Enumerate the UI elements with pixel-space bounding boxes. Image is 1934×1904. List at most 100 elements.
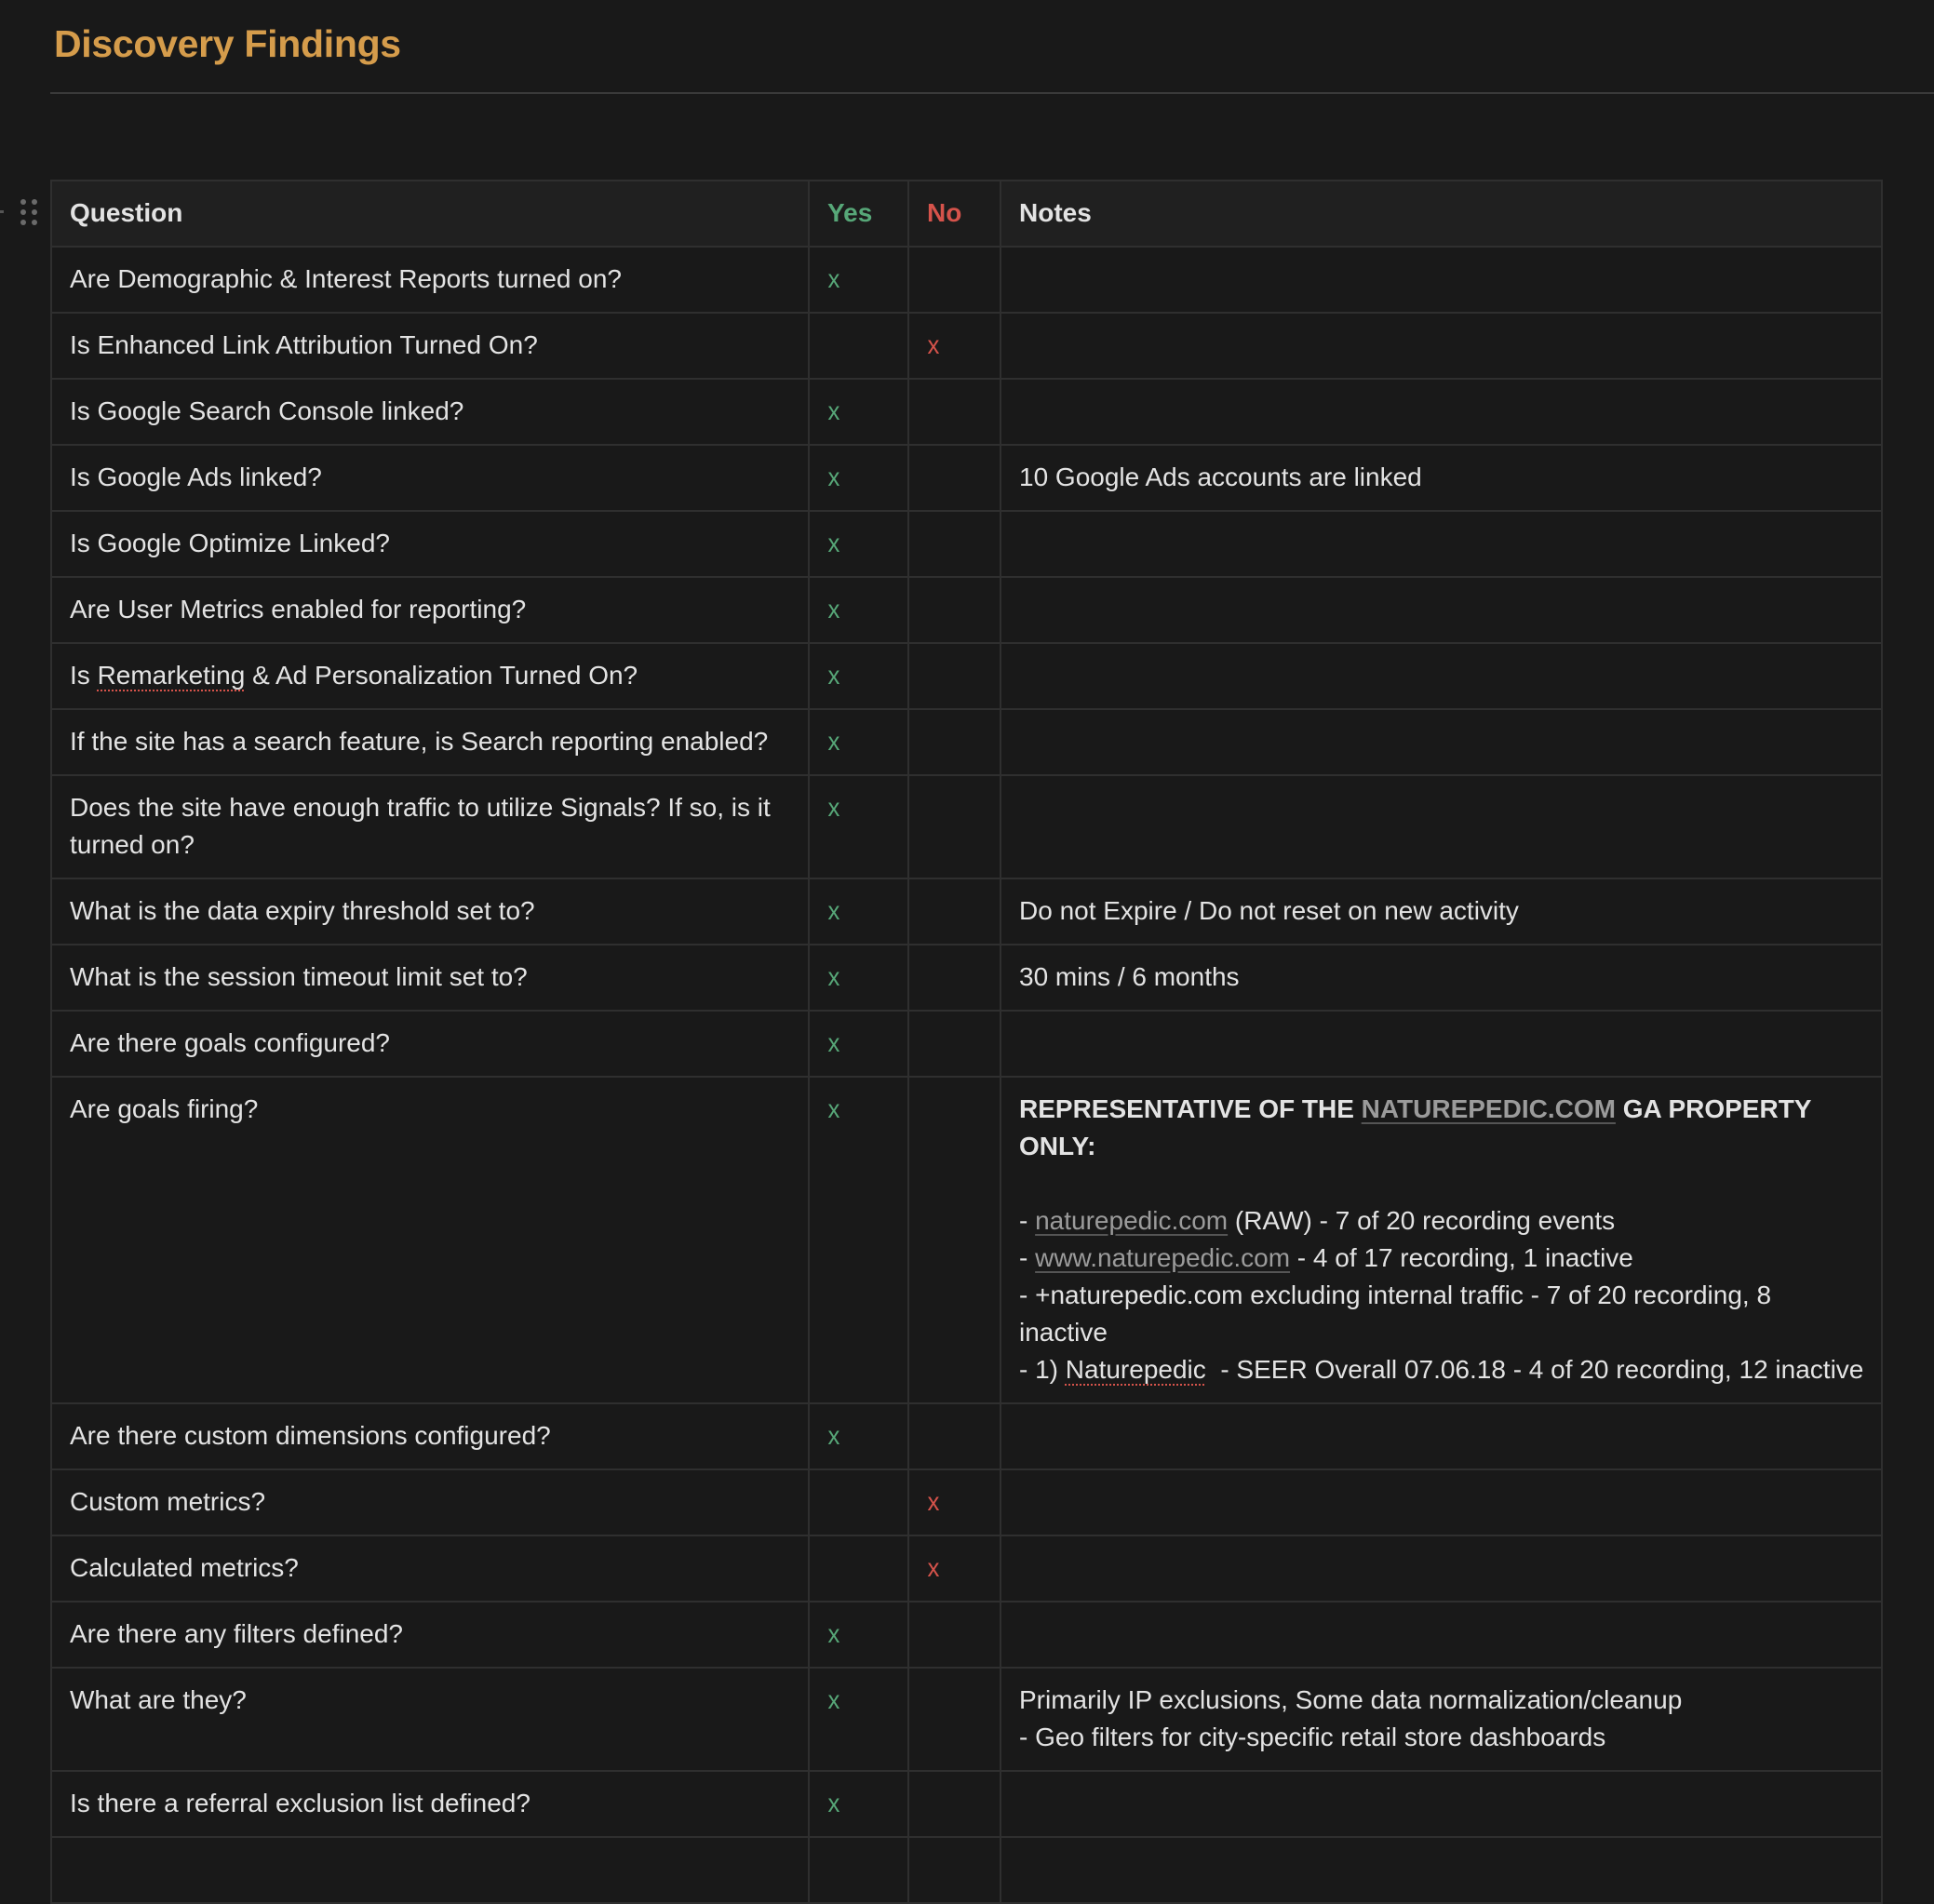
question-cell[interactable]: What is the data expiry threshold set to… [50, 878, 810, 945]
question-cell[interactable]: What are they? [50, 1667, 810, 1772]
yes-cell[interactable]: x [808, 944, 909, 1012]
notes-cell[interactable]: REPRESENTATIVE OF THE NATUREPEDIC.COM GA… [1000, 1076, 1883, 1404]
spellcheck-flagged-word[interactable]: Remarketing [98, 661, 246, 690]
question-cell[interactable]: Does the site have enough traffic to uti… [50, 774, 810, 879]
no-cell[interactable]: x [907, 1468, 1001, 1536]
no-cell[interactable] [907, 510, 1001, 578]
question-cell[interactable]: Is Enhanced Link Attribution Turned On? [50, 312, 810, 380]
no-cell[interactable] [907, 1667, 1001, 1772]
question-cell[interactable]: Are User Metrics enabled for reporting? [50, 576, 810, 644]
question-cell[interactable]: Is Google Search Console linked? [50, 378, 810, 446]
notes-cell[interactable] [1000, 1601, 1883, 1669]
question-cell[interactable]: Are there custom dimensions configured? [50, 1402, 810, 1470]
notes-cell[interactable] [1000, 708, 1883, 776]
no-cell[interactable] [907, 576, 1001, 644]
table-row: If the site has a search feature, is Sea… [50, 708, 1883, 776]
yes-cell[interactable]: x [808, 774, 909, 879]
no-cell[interactable] [907, 774, 1001, 879]
notes-cell[interactable] [1000, 510, 1883, 578]
notes-cell[interactable] [1000, 1468, 1883, 1536]
no-cell[interactable] [907, 444, 1001, 512]
yes-cell[interactable] [808, 1836, 909, 1904]
no-cell[interactable] [907, 1601, 1001, 1669]
no-cell[interactable] [907, 642, 1001, 710]
no-cell[interactable]: x [907, 1535, 1001, 1602]
notes-cell[interactable]: 10 Google Ads accounts are linked [1000, 444, 1883, 512]
header-question[interactable]: Question [50, 180, 810, 248]
yes-cell[interactable]: x [808, 378, 909, 446]
yes-mark: x [827, 1685, 840, 1714]
question-cell[interactable]: Are Demographic & Interest Reports turne… [50, 246, 810, 314]
question-cell[interactable]: Are goals firing? [50, 1076, 810, 1404]
no-cell[interactable] [907, 378, 1001, 446]
yes-cell[interactable]: x [808, 642, 909, 710]
yes-mark: x [827, 595, 840, 623]
notes-cell[interactable]: Do not Expire / Do not reset on new acti… [1000, 878, 1883, 945]
notes-cell[interactable] [1000, 378, 1883, 446]
notes-line: - +naturepedic.com excluding internal tr… [1019, 1281, 1772, 1347]
yes-cell[interactable]: x [808, 576, 909, 644]
header-no[interactable]: No [907, 180, 1001, 248]
notes-cell[interactable] [1000, 642, 1883, 710]
naturepedic-property-link[interactable]: NATUREPEDIC.COM [1362, 1094, 1616, 1123]
yes-cell[interactable]: x [808, 510, 909, 578]
notes-cell[interactable] [1000, 1770, 1883, 1838]
www-naturepedic-link[interactable]: www.naturepedic.com [1035, 1243, 1290, 1272]
yes-cell[interactable]: x [808, 1010, 909, 1078]
yes-cell[interactable]: x [808, 1601, 909, 1669]
question-cell[interactable]: Are there goals configured? [50, 1010, 810, 1078]
notes-cell[interactable]: Primarily IP exclusions, Some data norma… [1000, 1667, 1883, 1772]
question-cell[interactable]: Custom metrics? [50, 1468, 810, 1536]
notes-cell[interactable] [1000, 774, 1883, 879]
edge-marker [0, 210, 4, 213]
drag-handle-icon[interactable] [20, 199, 37, 227]
yes-cell[interactable]: x [808, 1667, 909, 1772]
no-cell[interactable] [907, 708, 1001, 776]
question-cell[interactable]: Is Google Optimize Linked? [50, 510, 810, 578]
no-cell[interactable] [907, 1402, 1001, 1470]
question-cell[interactable]: Calculated metrics? [50, 1535, 810, 1602]
question-cell[interactable] [50, 1836, 810, 1904]
no-cell[interactable] [907, 1010, 1001, 1078]
yes-cell[interactable]: x [808, 246, 909, 314]
yes-cell[interactable]: x [808, 708, 909, 776]
question-cell[interactable]: What is the session timeout limit set to… [50, 944, 810, 1012]
yes-cell[interactable]: x [808, 1402, 909, 1470]
no-cell[interactable] [907, 1076, 1001, 1404]
spellcheck-flagged-word[interactable]: Naturepedic [1066, 1355, 1206, 1384]
no-cell[interactable]: x [907, 312, 1001, 380]
no-cell[interactable] [907, 1836, 1001, 1904]
question-cell[interactable]: Is there a referral exclusion list defin… [50, 1770, 810, 1838]
no-cell[interactable] [907, 944, 1001, 1012]
notes-cell[interactable] [1000, 1535, 1883, 1602]
notes-cell[interactable] [1000, 576, 1883, 644]
question-cell[interactable]: Is Google Ads linked? [50, 444, 810, 512]
notes-cell[interactable] [1000, 1836, 1883, 1904]
notes-cell[interactable]: 30 mins / 6 months [1000, 944, 1883, 1012]
yes-cell[interactable]: x [808, 444, 909, 512]
question-cell[interactable]: Are there any filters defined? [50, 1601, 810, 1669]
header-yes[interactable]: Yes [808, 180, 909, 248]
question-cell[interactable]: Is Remarketing & Ad Personalization Turn… [50, 642, 810, 710]
notes-cell[interactable] [1000, 1010, 1883, 1078]
yes-cell[interactable]: x [808, 1076, 909, 1404]
table-row: Calculated metrics? x [50, 1535, 1883, 1602]
notes-text: - [1019, 1206, 1036, 1235]
yes-cell[interactable] [808, 1468, 909, 1536]
yes-cell[interactable]: x [808, 1770, 909, 1838]
notes-cell[interactable] [1000, 1402, 1883, 1470]
yes-cell[interactable] [808, 1535, 909, 1602]
no-cell[interactable] [907, 246, 1001, 314]
naturepedic-raw-link[interactable]: naturepedic.com [1035, 1206, 1228, 1235]
table-row: Is Remarketing & Ad Personalization Turn… [50, 642, 1883, 710]
yes-cell[interactable]: x [808, 878, 909, 945]
yes-cell[interactable] [808, 312, 909, 380]
no-cell[interactable] [907, 1770, 1001, 1838]
title-divider [50, 92, 1934, 94]
question-cell[interactable]: If the site has a search feature, is Sea… [50, 708, 810, 776]
notes-cell[interactable] [1000, 246, 1883, 314]
header-notes[interactable]: Notes [1000, 180, 1883, 248]
no-cell[interactable] [907, 878, 1001, 945]
no-mark: x [927, 1487, 940, 1516]
notes-cell[interactable] [1000, 312, 1883, 380]
